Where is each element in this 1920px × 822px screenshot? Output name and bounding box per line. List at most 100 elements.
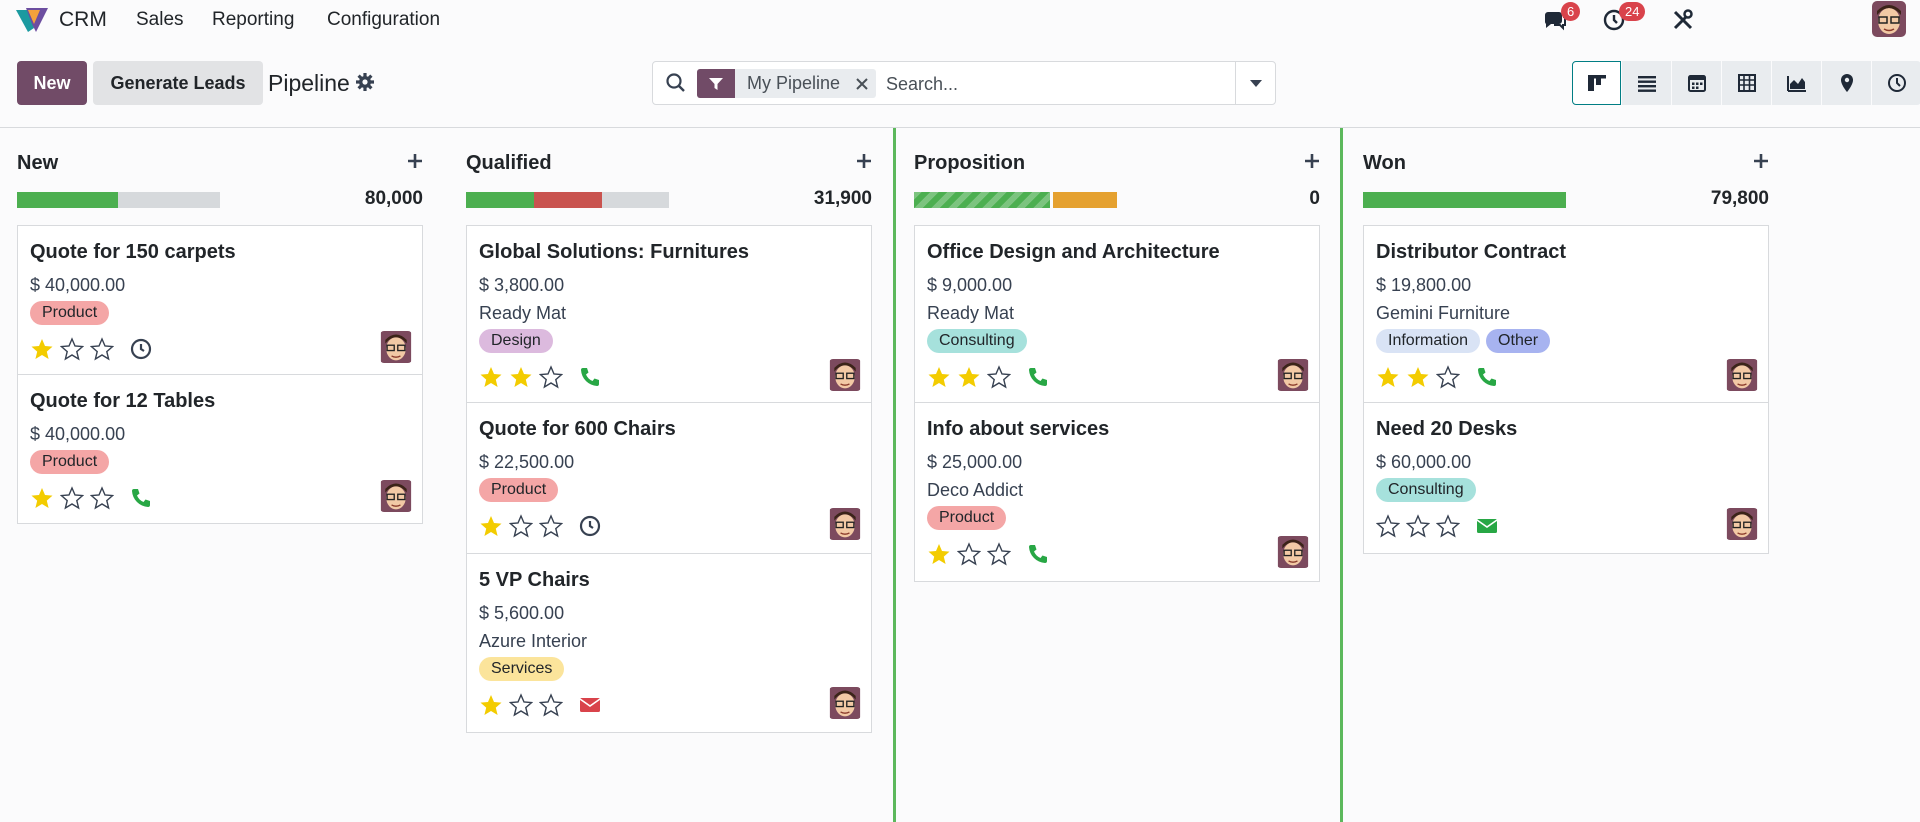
kanban-card[interactable]: Info about services $ 25,000.00 Deco Add… (915, 403, 1319, 581)
star-filled-icon[interactable] (30, 486, 54, 510)
progress-segment-won[interactable] (466, 192, 534, 208)
star-filled-icon[interactable] (927, 365, 951, 389)
priority-stars[interactable] (1376, 514, 1460, 538)
star-filled-icon[interactable] (927, 542, 951, 566)
view-list[interactable] (1622, 61, 1671, 105)
clock-icon[interactable] (578, 514, 602, 538)
avatar-icon[interactable] (380, 480, 412, 512)
star-empty-icon[interactable] (1376, 514, 1400, 538)
avatar-icon[interactable] (1277, 536, 1309, 568)
kanban-card[interactable]: Quote for 150 carpets $ 40,000.00 Produc… (18, 226, 422, 375)
phone-icon[interactable] (578, 365, 602, 389)
star-empty-icon[interactable] (539, 514, 563, 538)
kanban-card[interactable]: Need 20 Desks $ 60,000.00 Consulting (1364, 403, 1768, 553)
star-empty-icon[interactable] (1436, 365, 1460, 389)
star-filled-icon[interactable] (509, 365, 533, 389)
close-icon[interactable] (848, 69, 876, 98)
priority-stars[interactable] (479, 514, 563, 538)
view-pivot[interactable] (1722, 61, 1771, 105)
avatar-icon[interactable] (1726, 508, 1758, 540)
email-green-icon[interactable] (1475, 514, 1499, 538)
view-graph[interactable] (1772, 61, 1821, 105)
progress-segment-planned[interactable] (914, 192, 1050, 208)
star-empty-icon[interactable] (90, 337, 114, 361)
star-empty-icon[interactable] (60, 486, 84, 510)
gear-icon[interactable] (355, 72, 375, 92)
priority-stars[interactable] (479, 693, 563, 717)
kanban-card[interactable]: Quote for 600 Chairs $ 22,500.00 Product (467, 403, 871, 554)
generate-leads-button[interactable]: Generate Leads (93, 61, 263, 105)
plus-icon[interactable] (406, 152, 424, 170)
priority-stars[interactable] (30, 486, 114, 510)
star-empty-icon[interactable] (60, 337, 84, 361)
kanban-card[interactable]: Distributor Contract $ 19,800.00 Gemini … (1364, 226, 1768, 403)
kanban-card[interactable]: Global Solutions: Furnitures $ 3,800.00 … (467, 226, 871, 403)
kanban-card[interactable]: 5 VP Chairs $ 5,600.00 Azure Interior Se… (467, 554, 871, 732)
search-icon[interactable] (665, 72, 687, 94)
phone-icon[interactable] (1475, 365, 1499, 389)
avatar-icon[interactable] (829, 508, 861, 540)
menu-configuration[interactable]: Configuration (327, 9, 440, 31)
star-empty-icon[interactable] (987, 365, 1011, 389)
progress-segment-won[interactable] (1363, 192, 1566, 208)
progress-segment-overdue[interactable] (534, 192, 602, 208)
avatar-icon[interactable] (380, 331, 412, 363)
crm-logo-icon[interactable] (14, 4, 50, 34)
menu-sales[interactable]: Sales (136, 9, 184, 31)
menu-reporting[interactable]: Reporting (212, 9, 294, 31)
star-filled-icon[interactable] (957, 365, 981, 389)
plus-icon[interactable] (1752, 152, 1770, 170)
star-empty-icon[interactable] (987, 542, 1011, 566)
star-empty-icon[interactable] (539, 693, 563, 717)
column-progress-bar[interactable] (17, 192, 220, 208)
star-empty-icon[interactable] (509, 514, 533, 538)
star-empty-icon[interactable] (1436, 514, 1460, 538)
clock-icon[interactable] (129, 337, 153, 361)
star-empty-icon[interactable] (1406, 514, 1430, 538)
kanban-card[interactable]: Office Design and Architecture $ 9,000.0… (915, 226, 1319, 403)
phone-icon[interactable] (1026, 365, 1050, 389)
avatar-icon[interactable] (829, 359, 861, 391)
plus-icon[interactable] (855, 152, 873, 170)
star-filled-icon[interactable] (479, 365, 503, 389)
column-progress-bar[interactable] (914, 192, 1117, 208)
avatar-icon[interactable] (1277, 359, 1309, 391)
email-icon[interactable] (578, 693, 602, 717)
star-filled-icon[interactable] (479, 693, 503, 717)
phone-icon[interactable] (129, 486, 153, 510)
column-progress-bar[interactable] (1363, 192, 1566, 208)
star-filled-icon[interactable] (30, 337, 54, 361)
avatar-icon[interactable] (829, 687, 861, 719)
priority-stars[interactable] (927, 365, 1011, 389)
star-empty-icon[interactable] (539, 365, 563, 389)
column-progress-bar[interactable] (466, 192, 669, 208)
tools-button[interactable] (1668, 6, 1698, 34)
view-activity[interactable] (1872, 61, 1920, 105)
search-input[interactable] (886, 71, 1226, 97)
star-filled-icon[interactable] (479, 514, 503, 538)
user-avatar[interactable] (1872, 1, 1906, 37)
app-name[interactable]: CRM (59, 8, 107, 32)
priority-stars[interactable] (927, 542, 1011, 566)
view-kanban[interactable] (1572, 61, 1621, 105)
search-options-toggle[interactable] (1235, 62, 1275, 104)
view-map[interactable] (1822, 61, 1871, 105)
kanban-card[interactable]: Quote for 12 Tables $ 40,000.00 Product (18, 375, 422, 523)
new-button[interactable]: New (17, 61, 87, 105)
search-facet[interactable]: My Pipeline (697, 69, 877, 98)
phone-icon[interactable] (1026, 542, 1050, 566)
star-empty-icon[interactable] (90, 486, 114, 510)
progress-segment-today[interactable] (1053, 192, 1117, 208)
avatar-icon[interactable] (1726, 359, 1758, 391)
card-tags: Consulting (927, 329, 1027, 353)
priority-stars[interactable] (30, 337, 114, 361)
star-empty-icon[interactable] (509, 693, 533, 717)
priority-stars[interactable] (479, 365, 563, 389)
star-empty-icon[interactable] (957, 542, 981, 566)
view-calendar[interactable] (1672, 61, 1721, 105)
progress-segment-won[interactable] (17, 192, 118, 208)
star-filled-icon[interactable] (1376, 365, 1400, 389)
plus-icon[interactable] (1303, 152, 1321, 170)
star-filled-icon[interactable] (1406, 365, 1430, 389)
priority-stars[interactable] (1376, 365, 1460, 389)
